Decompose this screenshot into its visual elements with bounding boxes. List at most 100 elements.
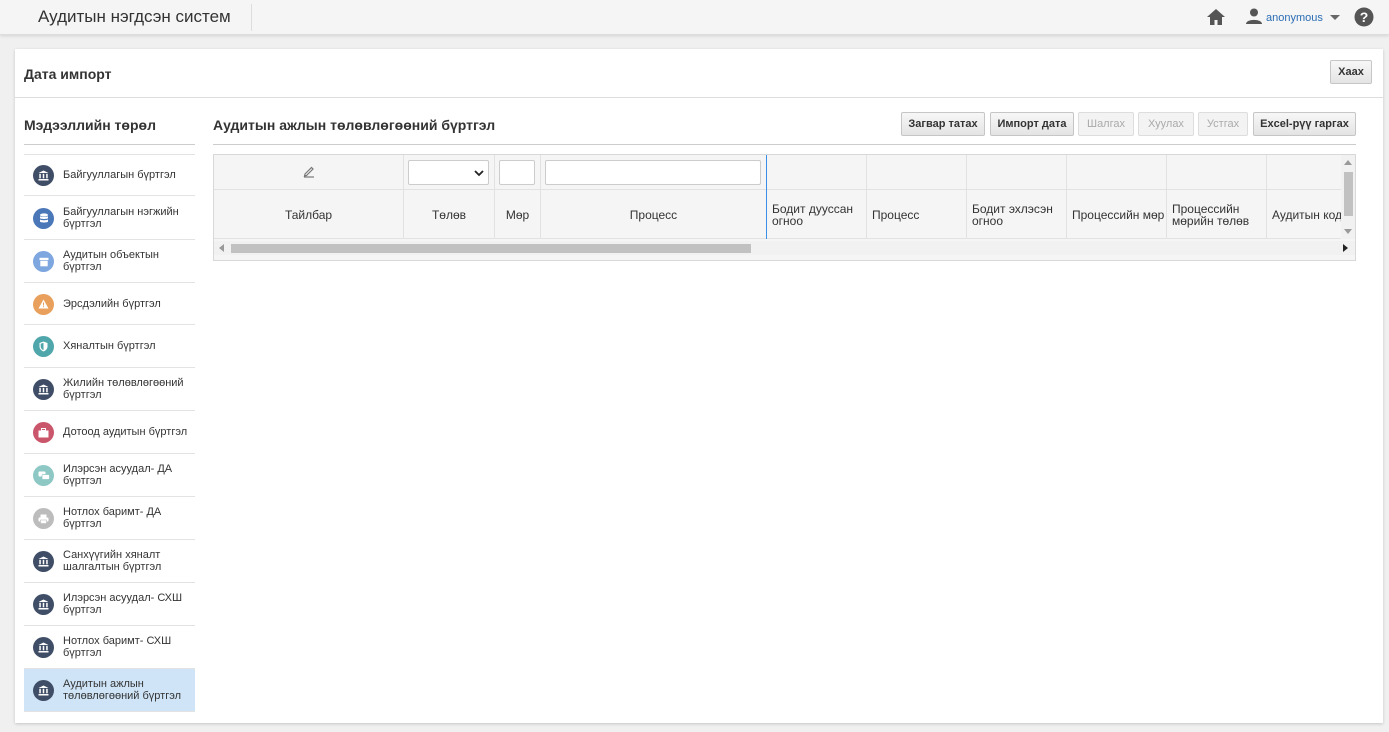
sidebar-item-label: Эрсдэлийн бүртгэл	[63, 297, 161, 310]
horizontal-scrollbar[interactable]	[214, 241, 1355, 255]
sidebar-item-label: Байгууллагын нэгжийн бүртгэл	[63, 205, 179, 230]
grid-header-row: Тайлбар Төлөв Мөр Процесс Бодит дууссан …	[214, 190, 1341, 239]
sidebar-list: Байгууллагын бүртгэл Байгууллагын нэгжийн…	[24, 154, 195, 712]
sidebar-item[interactable]: Санхүүгийн хяналт шалгалтын бүртгэл	[24, 540, 195, 583]
panel-header: Дата импорт Хаах	[15, 49, 1383, 98]
sidebar-item[interactable]: Эрсдэлийн бүртгэл	[24, 283, 195, 325]
row-filter-input[interactable]	[499, 160, 535, 185]
copy-button[interactable]: Хуулах	[1138, 112, 1194, 136]
bank-icon	[33, 379, 54, 400]
data-import-panel: Дата импорт Хаах Мэдээллийн төрөл Байгуу…	[15, 49, 1383, 723]
user-menu[interactable]: anonymous	[1245, 8, 1340, 27]
top-navigation-bar: Аудитын нэгдсэн систем anonymous ?	[0, 0, 1389, 35]
chat-icon	[33, 465, 54, 486]
sidebar-item-label: Нотлох баримт- ДА бүртгэл	[63, 506, 162, 530]
filter-cell-status	[404, 155, 495, 190]
sidebar-item-label: Аудитын ажлын төлөвлөгөөний бүртгэл	[63, 678, 182, 702]
column-header-row[interactable]: Мөр	[495, 190, 541, 239]
section-title: Аудитын ажлын төлөвлөгөөний бүртгэл	[213, 117, 496, 133]
vertical-scroll-thumb[interactable]	[1344, 172, 1353, 216]
archive-icon	[33, 251, 54, 272]
filter-cell-description	[214, 155, 404, 190]
sidebar-item-label: Санхүүгийн хяналт шалгалтын бүртгэл	[63, 549, 162, 573]
sidebar-item-label: Нотлох баримт- СХШ бүртгэл	[63, 635, 172, 659]
close-button[interactable]: Хаах	[1330, 60, 1372, 84]
username: anonymous	[1266, 11, 1323, 24]
sidebar-item-label: Аудитын объектын бүртгэл	[63, 249, 159, 273]
sidebar-item-label: Байгууллагын бүртгэл	[63, 169, 176, 181]
filter-cell	[767, 155, 867, 190]
delete-button[interactable]: Устгах	[1198, 112, 1248, 136]
printer-icon	[33, 508, 54, 529]
sidebar-item[interactable]: Аудитын объектын бүртгэл	[24, 240, 195, 283]
column-header-actual-start-date[interactable]: Бодит эхлэсэн огноо	[967, 190, 1067, 239]
section-divider	[213, 144, 1356, 145]
person-icon	[1245, 8, 1263, 27]
scroll-up-icon[interactable]	[1344, 160, 1352, 165]
column-header-actual-end-date[interactable]: Бодит дууссан огноо	[767, 190, 867, 239]
sidebar-item[interactable]: Аудитын ажлын төлөвлөгөөний бүртгэл	[24, 669, 195, 712]
database-icon	[33, 207, 54, 229]
sidebar-title: Мэдээллийн төрөл	[24, 117, 156, 133]
bank-icon	[33, 165, 54, 186]
sidebar-item-label: Дотоод аудитын бүртгэл	[63, 426, 188, 438]
column-header-process-row[interactable]: Процессийн мөр	[1067, 190, 1167, 239]
sidebar-item-label: Илэрсэн асуудал- ДА бүртгэл	[63, 463, 173, 487]
sidebar-item[interactable]: Байгууллагын нэгжийн бүртгэл	[24, 196, 195, 240]
app-title: Аудитын нэгдсэн систем	[38, 7, 231, 26]
import-data-button[interactable]: Импорт дата	[990, 112, 1074, 136]
column-header-process[interactable]: Процесс	[541, 190, 767, 239]
scroll-down-icon[interactable]	[1344, 229, 1352, 234]
bank-icon	[33, 680, 54, 701]
check-button[interactable]: Шалгах	[1078, 112, 1134, 136]
horizontal-scroll-thumb[interactable]	[231, 244, 751, 253]
column-header-audit-code[interactable]: Аудитын код	[1267, 190, 1341, 239]
data-grid: Тайлбар Төлөв Мөр Процесс Бодит дууссан …	[213, 154, 1356, 261]
sidebar-item[interactable]: Хяналтын бүртгэл	[24, 325, 195, 368]
chevron-down-icon	[1329, 15, 1340, 20]
shield-icon	[33, 336, 54, 357]
process-filter-input[interactable]	[545, 160, 761, 185]
column-header-process-row-status[interactable]: Процессийн мөрийн төлөв	[1167, 190, 1267, 239]
pencil-icon[interactable]	[302, 164, 316, 181]
scroll-left-icon[interactable]	[219, 244, 224, 252]
filter-cell-process	[541, 155, 767, 190]
bank-icon	[33, 594, 54, 615]
home-icon[interactable]	[1205, 6, 1227, 28]
sidebar-item[interactable]: Нотлох баримт- ДА бүртгэл	[24, 497, 195, 540]
sidebar-item[interactable]: Нотлох баримт- СХШ бүртгэл	[24, 626, 195, 669]
grid-filter-row	[214, 155, 1341, 190]
briefcase-icon	[33, 422, 54, 443]
export-excel-button[interactable]: Excel-рүү гаргах	[1253, 112, 1356, 136]
warning-icon	[33, 293, 54, 315]
column-header-status[interactable]: Төлөв	[404, 190, 495, 239]
scroll-right-icon[interactable]	[1343, 244, 1348, 252]
filter-cell	[1267, 155, 1341, 190]
sidebar-item[interactable]: Байгууллагын бүртгэл	[24, 154, 195, 196]
column-header-process-2[interactable]: Процесс	[867, 190, 967, 239]
download-template-button[interactable]: Загвар татах	[901, 112, 985, 136]
column-header-description[interactable]: Тайлбар	[214, 190, 404, 239]
bank-icon	[33, 551, 54, 572]
page-title: Дата импорт	[24, 66, 112, 82]
sidebar-item-label: Жилийн төлөвлөгөөний бүртгэл	[63, 377, 184, 401]
filter-cell	[867, 155, 967, 190]
svg-text:?: ?	[1360, 9, 1369, 25]
vertical-scrollbar[interactable]	[1341, 155, 1355, 239]
sidebar-item[interactable]: Дотоод аудитын бүртгэл	[24, 411, 195, 454]
filter-cell-row	[495, 155, 541, 190]
filter-cell	[1067, 155, 1167, 190]
sidebar-item-label: Илэрсэн асуудал- СХШ бүртгэл	[63, 592, 183, 616]
sidebar-item[interactable]: Илэрсэн асуудал- ДА бүртгэл	[24, 454, 195, 497]
filter-cell	[967, 155, 1067, 190]
help-circle-icon[interactable]: ?	[1353, 6, 1375, 28]
sidebar-item-label: Хяналтын бүртгэл	[63, 340, 156, 352]
title-divider	[251, 4, 252, 31]
filter-cell	[1167, 155, 1267, 190]
sidebar-item[interactable]: Жилийн төлөвлөгөөний бүртгэл	[24, 368, 195, 411]
chevron-down-icon	[474, 169, 484, 176]
status-filter-select[interactable]	[408, 160, 489, 185]
bank-icon	[33, 637, 54, 658]
sidebar-divider	[24, 144, 195, 145]
sidebar-item[interactable]: Илэрсэн асуудал- СХШ бүртгэл	[24, 583, 195, 626]
